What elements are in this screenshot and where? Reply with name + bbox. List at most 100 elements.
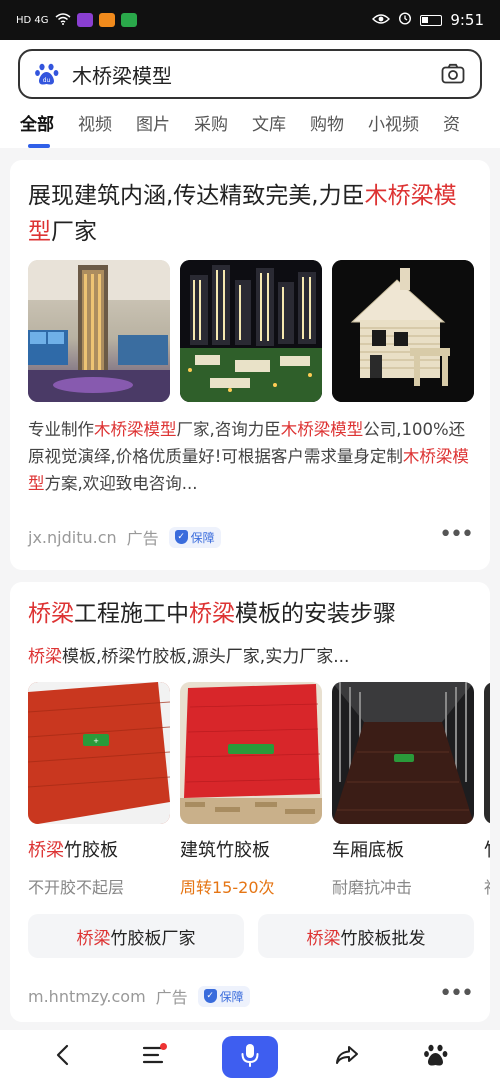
badge-label: 保障 xyxy=(219,989,244,1004)
tab-purchase[interactable]: 采购 xyxy=(194,110,228,148)
tab-library[interactable]: 文库 xyxy=(252,110,286,148)
desc-highlight: 木桥梁模型 xyxy=(280,420,364,439)
tab-images[interactable]: 图片 xyxy=(136,110,170,148)
back-icon xyxy=(52,1043,76,1071)
shield-check-icon: ✓ xyxy=(203,989,217,1003)
pill-text: 竹胶板厂家 xyxy=(110,928,196,949)
ad-label: 广告 xyxy=(155,988,188,1007)
menu-button[interactable] xyxy=(133,1037,173,1077)
product-tag: 耐磨抗冲击 xyxy=(332,878,413,897)
eye-icon xyxy=(372,11,391,29)
title-text: 展现建筑内涵,传达精致完美,力臣 xyxy=(28,183,365,209)
source-url[interactable]: m.hntmzy.com xyxy=(28,987,146,1006)
title-text: 厂家 xyxy=(51,219,97,245)
wifi-icon xyxy=(55,12,71,28)
product-name-text: 竹胶板 xyxy=(64,840,118,861)
tab-shopping[interactable]: 购物 xyxy=(310,110,344,148)
product-name-highlight: 桥梁 xyxy=(28,840,64,861)
baidu-paw-icon: du xyxy=(34,61,60,87)
share-button[interactable] xyxy=(327,1037,367,1077)
camera-icon[interactable] xyxy=(440,61,466,87)
status-right: 9:51 xyxy=(372,11,484,29)
product-name: 桥梁竹胶板 xyxy=(28,836,170,862)
guarantee-badge[interactable]: ✓ 保障 xyxy=(168,526,221,548)
voice-search-button[interactable] xyxy=(221,1035,278,1078)
search-input[interactable]: du 木桥梁模型 xyxy=(18,49,482,99)
badge-label: 保障 xyxy=(190,530,215,545)
product-image[interactable] xyxy=(180,682,322,824)
search-header: du 木桥梁模型 全部 视频 图片 采购 文库 购物 小视频 资 xyxy=(0,40,500,148)
result-description: 专业制作木桥梁模型厂家,咨询力臣木桥梁模型公司,100%还原视觉演绎,价格优质量… xyxy=(28,416,478,497)
related-link-button[interactable]: 桥梁 竹胶板厂家 xyxy=(28,914,244,958)
result-image[interactable] xyxy=(28,260,170,402)
subline-highlight: 桥梁 xyxy=(28,647,62,667)
search-query[interactable]: 木桥梁模型 xyxy=(72,60,440,89)
result-card-ad-2[interactable]: 桥梁工程施工中桥梁模板的安装步骤 桥梁模板,桥梁竹胶板,源头厂家,实力厂家...… xyxy=(10,582,490,1022)
signal-label: HD 4G xyxy=(16,14,49,26)
result-image[interactable] xyxy=(332,260,474,402)
result-subline: 桥梁模板,桥梁竹胶板,源头厂家,实力厂家... xyxy=(28,642,349,667)
more-options-button[interactable]: ••• xyxy=(439,981,474,1006)
svg-text:du: du xyxy=(43,77,51,84)
desc-text: 方案,欢迎致电咨询... xyxy=(44,474,198,493)
product-name: 车厢底板 xyxy=(332,836,474,862)
product-name-text: 车厢底板 xyxy=(332,840,404,861)
bottom-toolbar xyxy=(0,1030,500,1083)
pill-text: 竹胶板批发 xyxy=(340,928,426,949)
result-source: m.hntmzy.com 广告 ✓ 保障 xyxy=(28,984,250,1008)
source-url[interactable]: jx.njditu.cn xyxy=(28,528,117,547)
back-button[interactable] xyxy=(44,1037,84,1077)
tab-all[interactable]: 全部 xyxy=(20,110,54,148)
app-notification-icon xyxy=(98,13,115,27)
status-bar: HD 4G 9:51 xyxy=(0,0,500,40)
share-icon xyxy=(334,1044,360,1070)
result-images xyxy=(28,260,474,402)
related-links: 桥梁 竹胶板厂家 桥梁 竹胶板批发 xyxy=(28,914,474,958)
result-source: jx.njditu.cn 广告 ✓ 保障 xyxy=(28,525,221,549)
notification-dot xyxy=(160,1042,168,1050)
product-name-text: 竹 xyxy=(484,840,490,861)
title-highlight: 桥梁 xyxy=(189,601,235,627)
product-name: 建筑竹胶板 xyxy=(180,836,322,862)
result-title[interactable]: 展现建筑内涵,传达精致完美,力臣木桥梁模型厂家 xyxy=(28,178,468,250)
title-highlight: 木桥 xyxy=(364,183,411,209)
result-title[interactable]: 桥梁工程施工中桥梁模板的安装步骤 xyxy=(28,596,468,632)
product-image[interactable]: + xyxy=(28,682,170,824)
shield-check-icon: ✓ xyxy=(174,530,188,544)
title-text: 工程施工中 xyxy=(74,601,189,627)
result-card-ad-1[interactable]: 展现建筑内涵,传达精致完美,力臣木桥梁模型 厂家 专业制作木桥梁模型厂家,咨询力臣… xyxy=(10,160,490,570)
baidu-paw-icon xyxy=(423,1042,449,1072)
title-highlight: 桥梁 xyxy=(28,601,74,627)
related-link-button[interactable]: 桥梁 竹胶板批发 xyxy=(258,914,474,958)
result-image[interactable] xyxy=(180,260,322,402)
product-card[interactable]: 建筑竹胶板 周转15-20次 xyxy=(180,682,322,898)
product-name-text: 建筑竹胶板 xyxy=(180,840,270,861)
product-carousel: + 桥梁竹胶板 不开胶不起层 建筑竹胶板 周转15-20次 车厢底板 耐磨抗冲击 xyxy=(28,682,490,898)
product-card[interactable]: 竹 社 xyxy=(484,682,490,898)
product-image[interactable] xyxy=(484,682,490,824)
app-notification-icon xyxy=(120,13,137,27)
product-name: 竹 xyxy=(484,836,490,862)
tab-video[interactable]: 视频 xyxy=(78,110,112,148)
status-left: HD 4G xyxy=(16,12,137,28)
battery-icon xyxy=(420,14,443,26)
desc-highlight: 木桥梁模型 xyxy=(94,420,177,439)
product-tag: 社 xyxy=(484,874,490,898)
product-card[interactable]: 车厢底板 耐磨抗冲击 xyxy=(332,682,474,898)
pill-highlight: 桥梁 xyxy=(306,928,341,949)
product-image[interactable] xyxy=(332,682,474,824)
baidu-home-button[interactable] xyxy=(416,1037,456,1077)
product-tag: 周转15-20次 xyxy=(180,878,275,897)
desc-text: 厂家,咨询力臣 xyxy=(176,420,281,439)
tab-short-video[interactable]: 小视频 xyxy=(368,110,419,148)
guarantee-badge[interactable]: ✓ 保障 xyxy=(197,985,250,1007)
more-options-button[interactable]: ••• xyxy=(439,522,474,547)
tab-more[interactable]: 资 xyxy=(443,110,460,148)
product-card[interactable]: + 桥梁竹胶板 不开胶不起层 xyxy=(28,682,170,898)
desc-text: 专业制作 xyxy=(28,420,94,439)
product-tag: 不开胶不起层 xyxy=(28,878,125,897)
search-tabs: 全部 视频 图片 采购 文库 购物 小视频 资 xyxy=(0,110,500,148)
status-time: 9:51 xyxy=(450,11,484,29)
ad-label: 广告 xyxy=(126,529,159,548)
title-text: 模板的安装步骤 xyxy=(235,601,396,627)
